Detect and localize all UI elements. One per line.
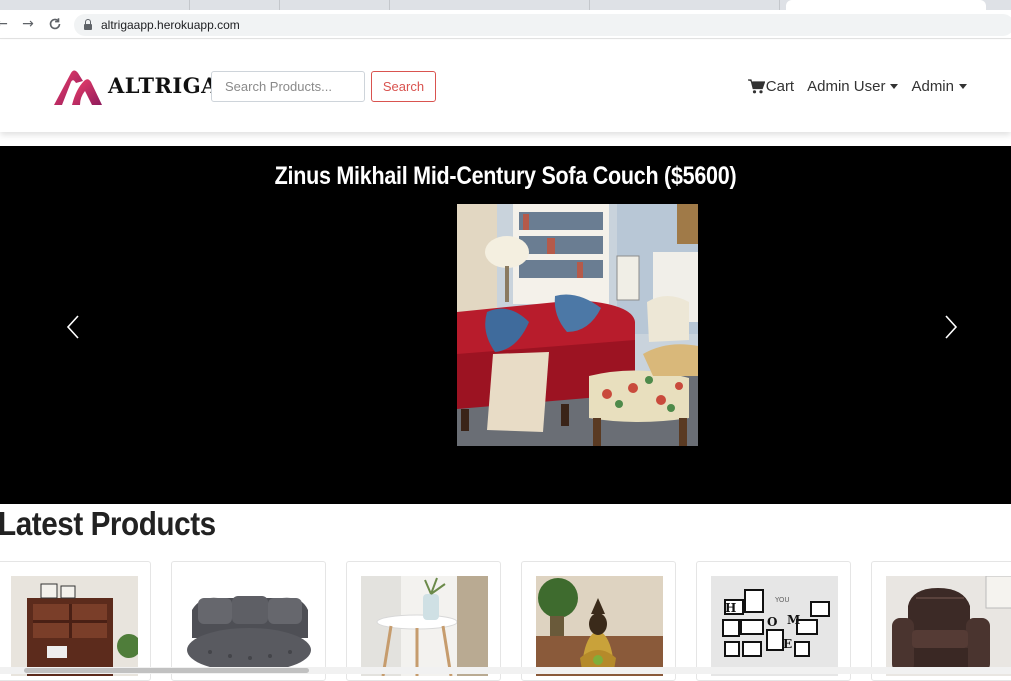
product-card[interactable] [871,561,1011,681]
admin-user-label: Admin User [807,78,886,95]
brand-name[interactable]: ALTRIGA [108,73,218,98]
caret-down-icon [959,84,967,89]
product-image[interactable] [361,576,488,676]
browser-toolbar: ← → altrigaapp.herokuapp.com [0,10,1011,39]
scrollbar-thumb[interactable] [24,668,309,673]
horizontal-scrollbar[interactable] [0,667,1011,674]
cart-label: Cart [765,78,795,95]
product-image[interactable] [186,576,313,676]
product-card[interactable] [521,561,676,681]
site-header: ALTRIGA Search Cart Admin User Admin [0,40,1011,132]
browser-tab[interactable] [590,0,780,10]
admin-dropdown[interactable]: Admin [911,78,967,95]
svg-text:O: O [767,615,777,629]
back-arrow-icon[interactable]: ← [0,16,10,32]
latest-products-heading: Latest Products [0,505,216,542]
search-button[interactable]: Search [371,71,436,102]
carousel-caption[interactable]: Zinus Mikhail Mid-Century Sofa Couch ($5… [71,162,940,191]
product-image[interactable]: H O M E YOU [711,576,838,676]
lock-icon [84,19,92,30]
altriga-logo-icon[interactable] [54,69,102,105]
chevron-left-icon[interactable] [64,314,84,340]
browser-tab-active[interactable] [786,0,986,10]
browser-tab[interactable] [280,0,390,10]
reload-icon[interactable] [47,16,63,32]
shopping-cart-icon [747,79,765,94]
url-text: altrigaapp.herokuapp.com [101,18,240,32]
header-nav: Cart Admin User Admin [735,78,967,95]
product-card[interactable] [0,561,151,681]
forward-arrow-icon[interactable]: → [20,16,36,32]
product-card[interactable] [171,561,326,681]
svg-text:H: H [725,601,736,615]
address-bar[interactable]: altrigaapp.herokuapp.com [74,14,1011,36]
browser-tab[interactable] [390,0,590,10]
admin-user-dropdown[interactable]: Admin User [807,78,899,95]
svg-text:E: E [783,637,792,651]
product-card[interactable] [346,561,501,681]
cart-link[interactable]: Cart [747,78,795,95]
product-image[interactable] [886,576,1011,676]
svg-text:YOU: YOU [774,596,790,604]
carousel-product-image[interactable] [457,204,698,446]
caret-down-icon [890,84,899,89]
product-image[interactable] [536,576,663,676]
search-input[interactable] [211,71,365,102]
svg-text:M: M [787,613,800,627]
chevron-right-icon[interactable] [940,314,960,340]
browser-tab[interactable] [0,0,190,10]
product-carousel: Zinus Mikhail Mid-Century Sofa Couch ($5… [0,146,1011,504]
browser-tab[interactable] [190,0,280,10]
product-card[interactable]: H O M E YOU [696,561,851,681]
browser-tab-strip [0,0,1011,10]
product-image[interactable] [11,576,138,676]
admin-label: Admin [911,78,954,95]
